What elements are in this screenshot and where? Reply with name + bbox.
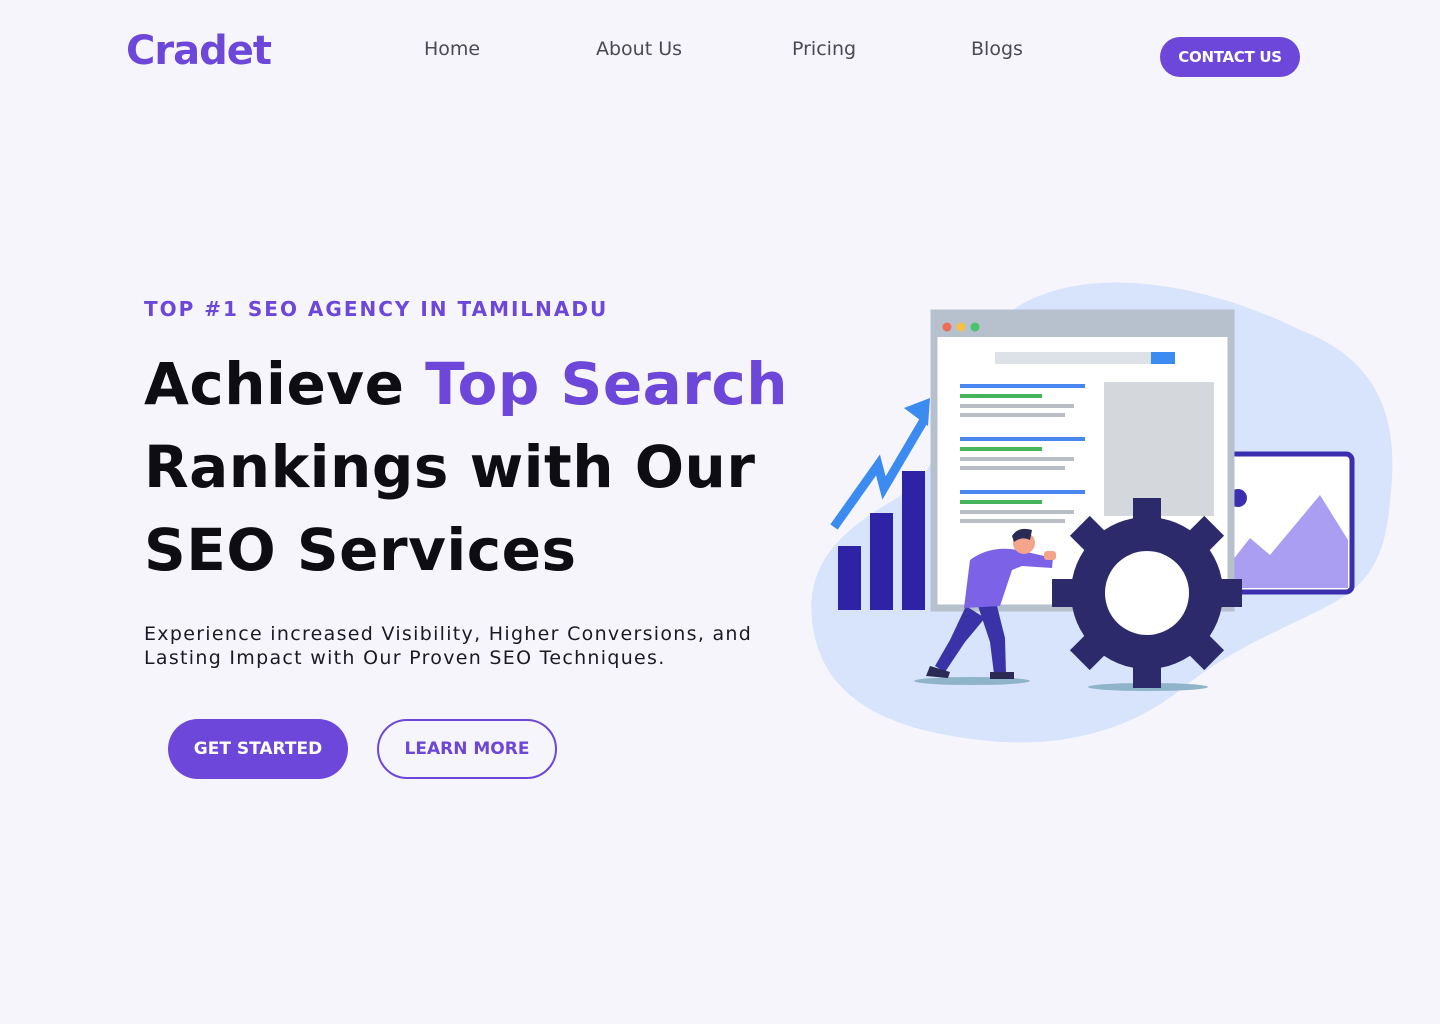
image-icon xyxy=(1215,451,1355,595)
hero-eyebrow: TOP #1 SEO AGENCY IN TAMILNADU xyxy=(144,297,609,321)
headline-accent: Top Search xyxy=(425,350,789,418)
hero-headline: Achieve Top Search Rankings with Our SEO… xyxy=(144,343,824,592)
brand-logo[interactable]: Cradet xyxy=(126,28,272,74)
gear-icon xyxy=(1052,498,1242,688)
headline-part-1: Achieve xyxy=(144,350,426,418)
get-started-button[interactable]: GET STARTED xyxy=(168,719,348,779)
learn-more-button[interactable]: LEARN MORE xyxy=(377,719,557,779)
hero-subtext: Experience increased Visibility, Higher … xyxy=(144,623,753,669)
nav-blogs[interactable]: Blogs xyxy=(971,38,1023,60)
headline-part-2: Rankings with Our xyxy=(144,433,756,501)
nav-pricing[interactable]: Pricing xyxy=(792,38,856,60)
contact-us-button[interactable]: CONTACT US xyxy=(1160,37,1300,77)
nav-about-us[interactable]: About Us xyxy=(596,38,682,60)
nav-home[interactable]: Home xyxy=(424,38,480,60)
headline-part-3: SEO Services xyxy=(144,516,577,584)
seo-illustration xyxy=(811,282,1393,743)
